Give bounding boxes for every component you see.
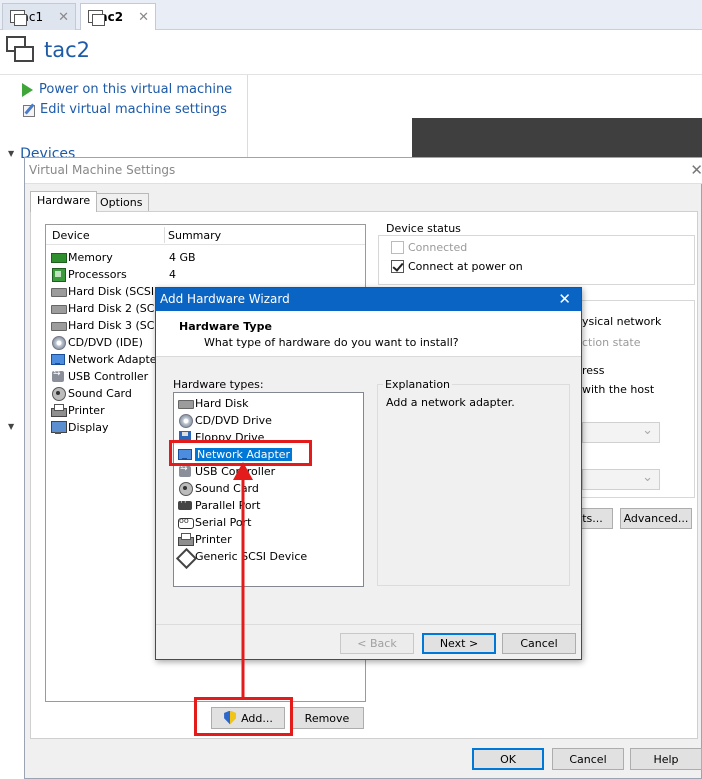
close-icon[interactable]: ✕	[138, 10, 149, 25]
edit-settings-label: Edit virtual machine settings	[40, 102, 227, 117]
page-title: tac2	[44, 38, 91, 62]
list-item[interactable]: Hard Disk	[178, 395, 248, 412]
custom-network-dropdown[interactable]	[582, 422, 660, 443]
hard-disk-icon	[51, 302, 67, 314]
bridged-option-label: ysical network	[582, 315, 662, 328]
divider	[156, 624, 581, 625]
list-item[interactable]: CD/DVD Drive	[178, 412, 272, 429]
wizard-step-subtitle: What type of hardware do you want to ins…	[204, 336, 459, 349]
back-button[interactable]: < Back	[340, 633, 414, 654]
tab-tac1[interactable]: tac1 ✕	[2, 3, 76, 30]
replicate-state-label: ction state	[582, 336, 641, 349]
scsi-icon	[178, 550, 192, 563]
hard-disk-icon	[51, 285, 67, 297]
help-button[interactable]: Help	[630, 748, 702, 770]
device-status-label: Device status	[384, 222, 463, 235]
hard-disk-icon	[51, 319, 67, 331]
play-icon	[22, 82, 33, 97]
explanation-label: Explanation	[383, 378, 453, 391]
sound-card-icon	[51, 387, 66, 401]
cd-dvd-icon	[178, 414, 193, 428]
remove-hardware-button[interactable]: Remove	[290, 707, 364, 729]
explanation-group	[377, 384, 570, 586]
printer-icon	[51, 404, 67, 417]
next-button[interactable]: Next >	[422, 633, 496, 654]
edit-settings-link[interactable]: Edit virtual machine settings	[22, 102, 227, 117]
divider	[0, 74, 702, 75]
network-adapter-icon	[51, 353, 65, 365]
connected-checkbox[interactable]: Connected	[391, 241, 467, 254]
cancel-button[interactable]: Cancel	[552, 748, 624, 770]
close-icon[interactable]: ✕	[58, 10, 69, 25]
virtual-machine-icon	[4, 34, 38, 68]
wizard-title-bar: Add Hardware Wizard ✕	[156, 288, 581, 311]
host-only-option-label: with the host	[582, 383, 655, 396]
display-icon	[51, 421, 67, 434]
tab-hardware[interactable]: Hardware	[30, 191, 98, 212]
hard-disk-icon	[178, 397, 194, 410]
explanation-text: Add a network adapter.	[386, 396, 515, 409]
nat-option-label: ress	[582, 364, 605, 377]
hardware-types-list[interactable]: Hard Disk CD/DVD Drive Floppy Drive Netw…	[173, 392, 364, 587]
processor-icon	[51, 268, 66, 282]
checkbox-box[interactable]	[391, 241, 404, 254]
close-icon[interactable]: ✕	[558, 290, 571, 308]
list-item[interactable]: Printer	[178, 531, 232, 548]
close-icon[interactable]: ✕	[690, 161, 702, 179]
device-row[interactable]: Memory 4 GB	[46, 249, 365, 266]
vm-icon	[87, 9, 104, 26]
cd-dvd-icon	[51, 336, 66, 350]
ok-button[interactable]: OK	[472, 748, 544, 770]
annotation-arrow-head	[233, 462, 253, 480]
annotation-highlight-add-button	[194, 697, 293, 736]
collapse-arrow-icon[interactable]: ▼	[8, 422, 14, 431]
add-hardware-wizard: Add Hardware Wizard ✕ Hardware Type What…	[155, 287, 582, 660]
annotation-arrow	[233, 462, 253, 698]
dialog-title-bar: Virtual Machine Settings ✕	[25, 158, 702, 184]
edit-settings-icon	[22, 103, 36, 117]
tab-options[interactable]: Options	[93, 193, 150, 213]
wizard-title: Add Hardware Wizard	[160, 292, 290, 306]
hardware-types-label: Hardware types:	[173, 378, 264, 391]
column-header-summary[interactable]: Summary	[168, 229, 221, 242]
column-header-device[interactable]: Device	[52, 229, 90, 242]
power-on-link[interactable]: Power on this virtual machine	[22, 82, 232, 97]
device-row[interactable]: Processors 4	[46, 266, 365, 283]
sound-card-icon	[178, 482, 193, 496]
checkbox-box[interactable]	[391, 260, 404, 273]
lan-segment-dropdown[interactable]	[582, 469, 660, 490]
vm-icon	[9, 9, 26, 26]
parallel-port-icon	[178, 498, 192, 512]
wizard-step-title: Hardware Type	[179, 320, 272, 333]
advanced-button[interactable]: Advanced...	[620, 508, 692, 529]
cancel-button[interactable]: Cancel	[502, 633, 576, 654]
printer-icon	[178, 533, 194, 546]
power-on-label: Power on this virtual machine	[39, 82, 233, 97]
dialog-title: Virtual Machine Settings	[29, 163, 176, 177]
serial-port-icon	[178, 516, 194, 529]
connect-at-power-on-checkbox[interactable]: Connect at power on	[391, 260, 523, 273]
memory-icon	[51, 251, 67, 263]
usb-icon	[51, 368, 65, 382]
usb-icon	[178, 463, 192, 478]
tab-tac2[interactable]: tac2 ✕	[80, 3, 156, 30]
wizard-header: Hardware Type What type of hardware do y…	[156, 311, 581, 357]
list-header: Device Summary	[46, 225, 365, 245]
